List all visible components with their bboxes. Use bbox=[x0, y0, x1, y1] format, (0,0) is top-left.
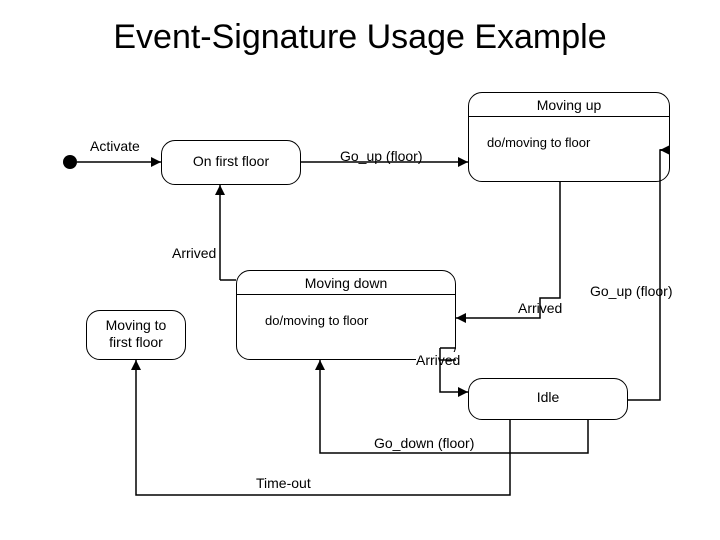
state-moving-down-activity: do/moving to floor bbox=[237, 295, 455, 338]
state-on-first-floor: On first floor bbox=[161, 140, 301, 185]
state-moving-down: Moving down do/moving to floor bbox=[236, 270, 456, 360]
state-idle-title: Idle bbox=[469, 379, 627, 415]
state-moving-up-activity: do/moving to floor bbox=[469, 117, 669, 160]
state-moving-up-title: Moving up bbox=[469, 93, 669, 116]
label-arrived-2: Arrived bbox=[518, 300, 562, 316]
label-go-up-floor-1: Go_up (floor) bbox=[340, 148, 422, 164]
label-arrived-3: Arrived bbox=[416, 352, 460, 368]
initial-state bbox=[63, 155, 77, 169]
state-moving-up: Moving up do/moving to floor bbox=[468, 92, 670, 182]
label-time-out: Time-out bbox=[256, 475, 311, 491]
state-on-first-floor-title: On first floor bbox=[162, 141, 300, 181]
label-go-down-floor: Go_down (floor) bbox=[374, 435, 474, 451]
state-moving-down-title: Moving down bbox=[237, 271, 455, 294]
label-arrived-1: Arrived bbox=[172, 245, 216, 261]
label-activate: Activate bbox=[90, 138, 140, 154]
label-go-up-floor-2: Go_up (floor) bbox=[590, 283, 672, 299]
page-title: Event-Signature Usage Example bbox=[0, 18, 720, 57]
state-moving-to-first-floor: Moving to first floor bbox=[86, 310, 186, 360]
state-idle: Idle bbox=[468, 378, 628, 420]
state-moving-to-first-floor-title-l1: Moving to bbox=[106, 317, 167, 333]
state-moving-to-first-floor-title-l2: first floor bbox=[109, 334, 163, 350]
